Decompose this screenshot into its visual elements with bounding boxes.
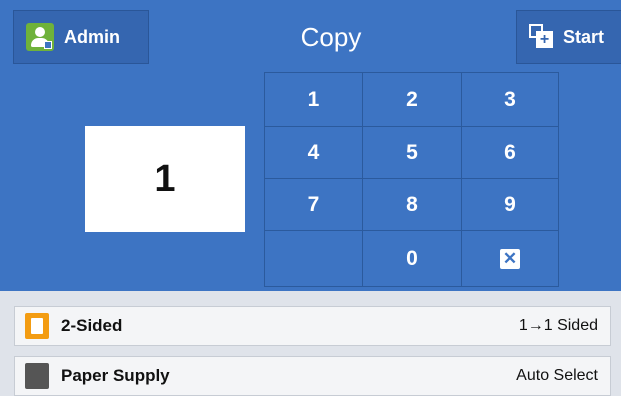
clear-button[interactable]: ✕	[462, 231, 558, 286]
key-9[interactable]: 9	[462, 179, 558, 231]
key-7[interactable]: 7	[265, 179, 363, 231]
key-1[interactable]: 1	[265, 73, 363, 127]
key-3[interactable]: 3	[462, 73, 558, 127]
admin-label: Admin	[64, 26, 120, 47]
key-6[interactable]: 6	[462, 127, 558, 179]
key-blank	[265, 231, 363, 286]
admin-button[interactable]: Admin	[13, 10, 149, 64]
key-4[interactable]: 4	[265, 127, 363, 179]
paper-supply-option[interactable]: Paper Supply Auto Select	[14, 356, 611, 396]
paper-supply-value: Auto Select	[516, 367, 598, 384]
key-8[interactable]: 8	[363, 179, 462, 231]
start-button[interactable]: + Start	[516, 10, 621, 64]
paper-supply-label: Paper Supply	[61, 366, 170, 385]
key-2[interactable]: 2	[363, 73, 462, 127]
paper-tray-icon	[25, 363, 49, 389]
start-copy-icon: +	[529, 24, 555, 50]
two-sided-option[interactable]: 2-Sided 1→1 Sided	[14, 306, 611, 346]
two-sided-label: 2-Sided	[61, 316, 123, 335]
key-0[interactable]: 0	[363, 231, 462, 286]
key-5[interactable]: 5	[363, 127, 462, 179]
admin-user-icon	[26, 23, 54, 51]
start-label: Start	[563, 26, 605, 47]
page-title: Copy	[300, 22, 362, 52]
numeric-keypad: 1 2 3 4 5 6 7 8 9 0 ✕	[264, 72, 559, 287]
clear-x-icon: ✕	[500, 248, 520, 269]
quantity-display: 1	[85, 126, 245, 232]
document-icon	[25, 313, 49, 339]
two-sided-value: 1→1 Sided	[518, 317, 598, 334]
copy-panel: Admin Copy + Start 1 1 2 3 4 5 6 7 8 9 0…	[0, 0, 621, 291]
